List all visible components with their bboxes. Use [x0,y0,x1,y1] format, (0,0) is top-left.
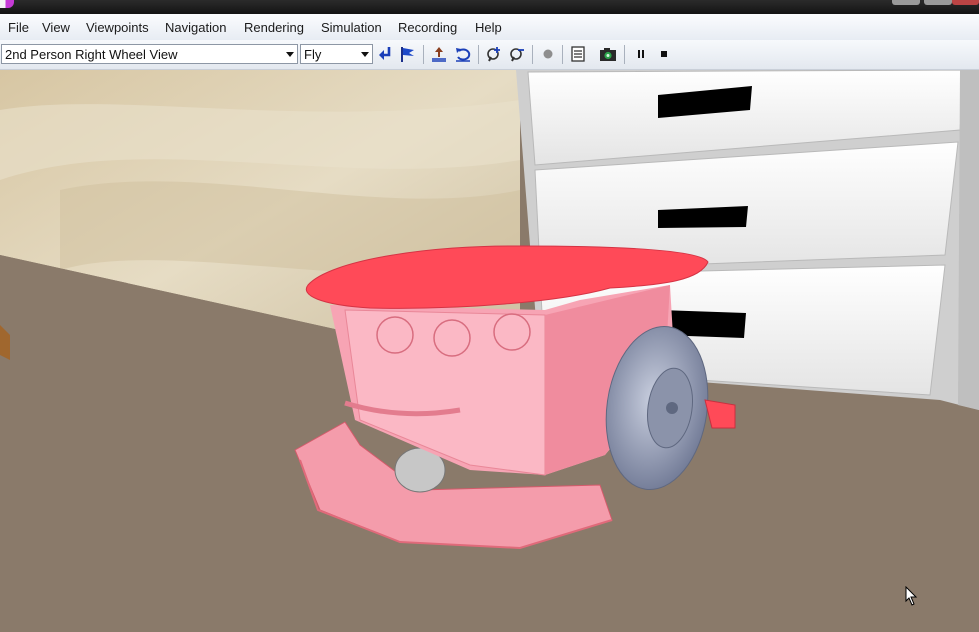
zoom-out-icon[interactable] [508,45,526,63]
menu-recording[interactable]: Recording [398,20,457,35]
toolbar-separator [423,45,424,64]
menu-rendering[interactable]: Rendering [244,20,304,35]
zoom-in-icon[interactable] [485,45,503,63]
app-icon [0,0,14,8]
toolbar-separator [532,45,533,64]
toolbar: 2nd Person Right Wheel View Fly [0,40,979,70]
menu-bar: File View Viewpoints Navigation Renderin… [0,14,979,41]
return-arrow-icon[interactable] [377,45,395,63]
chevron-down-icon [361,52,369,57]
mouse-cursor [905,586,918,606]
document-icon[interactable] [569,45,587,63]
menu-viewpoints[interactable]: Viewpoints [86,20,149,35]
menu-navigation[interactable]: Navigation [165,20,226,35]
flag-icon[interactable] [399,45,417,63]
window-control-minimize[interactable] [892,0,920,5]
pause-icon[interactable] [632,45,650,63]
camera-icon[interactable] [599,45,617,63]
menu-simulation[interactable]: Simulation [321,20,382,35]
menu-file[interactable]: File [8,20,29,35]
viewpoint-select[interactable]: 2nd Person Right Wheel View [1,44,298,64]
window-title-bar [0,0,979,14]
window-control-maximize[interactable] [924,0,952,5]
stop-icon[interactable] [655,45,673,63]
window-control-close[interactable] [952,0,979,5]
undo-rotate-icon[interactable] [454,45,472,63]
menu-help[interactable]: Help [475,20,502,35]
toolbar-separator [624,45,625,64]
toolbar-separator [478,45,479,64]
navigation-mode-value: Fly [304,47,322,62]
toolbar-separator [562,45,563,64]
viewpoint-select-value: 2nd Person Right Wheel View [5,47,178,62]
chevron-down-icon [286,52,294,57]
navigation-mode-select[interactable]: Fly [300,44,373,64]
record-dot-icon[interactable] [539,45,557,63]
3d-viewport[interactable] [0,70,979,632]
menu-view[interactable]: View [42,20,70,35]
lift-icon[interactable] [430,45,448,63]
